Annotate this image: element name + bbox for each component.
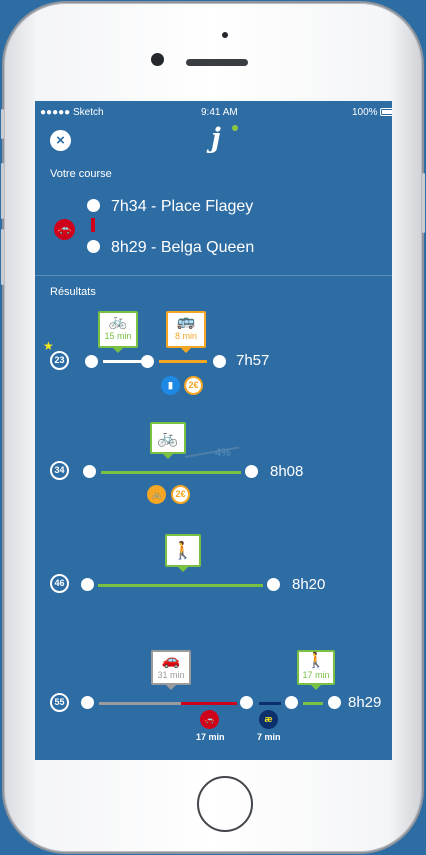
price-badge: 2€ [184, 376, 203, 395]
end-dot [245, 465, 258, 478]
duration-timer: 46 [50, 574, 69, 593]
duration-timer: 23 [50, 351, 69, 370]
origin-dot [87, 199, 100, 212]
car-card: 🚗 31 min [151, 650, 191, 690]
car-icon: 🚗 [54, 219, 75, 240]
home-button[interactable] [197, 776, 253, 832]
car-duration: 31 min [157, 670, 185, 680]
walk-segment [98, 584, 263, 587]
arrival-time: 8h20 [292, 576, 326, 593]
clock: 9:41 AM [201, 107, 238, 118]
end-dot [267, 578, 280, 591]
destination-label[interactable]: 8h29 - Belga Queen [111, 239, 254, 257]
origin-label[interactable]: 7h34 - Place Flagey [111, 198, 253, 216]
bike-icon: 🚲 [157, 428, 179, 447]
app-logo: j [211, 123, 221, 154]
walk-card: 🚶 17 min [297, 650, 335, 690]
start-dot [81, 578, 94, 591]
duration-timer: 34 [50, 461, 69, 480]
arrival-time: 8h08 [270, 463, 304, 480]
elevation-label: 4% [215, 447, 231, 459]
destination-dot [87, 240, 100, 253]
elevation-line [184, 446, 240, 458]
traffic-duration: 17 min [196, 732, 225, 742]
course-connector [91, 218, 95, 232]
bike-card: 🚲 15 min [98, 311, 138, 353]
car-walk-segment [99, 702, 181, 705]
course-title: Votre course [50, 168, 112, 180]
bike-segment [103, 360, 141, 363]
battery-icon [380, 108, 392, 116]
section-divider [35, 275, 392, 276]
start-dot [85, 355, 98, 368]
walk-icon: 🚶 [306, 652, 326, 669]
car-icon: 🚗 [161, 652, 181, 669]
close-button[interactable]: × [50, 130, 71, 151]
duration-timer: 55 [50, 693, 69, 712]
ticket-icon: ▮ [161, 376, 180, 395]
bus-duration: 8 min [174, 331, 197, 341]
volume-down-button [1, 229, 4, 285]
bike-icon: 🚲 [108, 313, 128, 330]
transfer-dot [240, 696, 253, 709]
price-badge: 2€ [171, 485, 190, 504]
traffic-icon: 🚗 [200, 710, 219, 729]
start-dot [81, 696, 94, 709]
volume-up-button [1, 163, 4, 219]
metro-icon: æ [259, 710, 278, 729]
walk-card: 🚶 [165, 534, 201, 572]
battery-percent: 100% [352, 107, 378, 118]
result-row-2[interactable]: 34 4% 8h08 🚲 🚲 2€ [35, 416, 392, 516]
transfer-dot [141, 355, 154, 368]
front-camera [151, 53, 164, 66]
transfer-dot-2 [285, 696, 298, 709]
result-row-3[interactable]: 46 8h20 🚶 [35, 526, 392, 626]
bike-segment [101, 471, 241, 474]
walk-icon: 🚶 [172, 541, 194, 560]
metro-duration: 7 min [257, 732, 281, 742]
result-row-1[interactable]: ★ 23 7h57 🚲 15 min 🚌 8 min ▮ 2€ [35, 306, 392, 406]
bus-segment [159, 360, 207, 363]
mute-switch [1, 109, 4, 139]
results-title: Résultats [50, 286, 96, 298]
metro-segment [259, 702, 281, 705]
result-row-4[interactable]: 55 8h29 🚗 31 min 🚶 17 min 🚗 17 min æ 7 m… [35, 641, 392, 756]
speaker-grille [186, 59, 248, 66]
app-screen: ●●●●● Sketch 9:41 AM 100% × j Votre cour… [35, 101, 392, 760]
favorite-star-icon: ★ [43, 339, 54, 353]
arrival-time: 8h29 [348, 694, 382, 711]
logo-dot [232, 125, 238, 131]
bike-duration: 15 min [104, 331, 132, 341]
bus-icon: 🚌 [176, 313, 196, 330]
start-dot [83, 465, 96, 478]
end-dot [328, 696, 341, 709]
arrival-time: 7h57 [236, 352, 270, 369]
bike-card: 🚲 [150, 422, 186, 459]
carrier-label: ●●●●● Sketch [40, 107, 104, 118]
proximity-sensor [222, 32, 228, 38]
bus-card: 🚌 8 min [166, 311, 206, 353]
bike-share-icon: 🚲 [147, 485, 166, 504]
walk-duration: 17 min [302, 670, 330, 680]
end-dot [213, 355, 226, 368]
power-button [422, 173, 425, 233]
walk-segment [303, 702, 323, 705]
traffic-segment [181, 702, 237, 705]
